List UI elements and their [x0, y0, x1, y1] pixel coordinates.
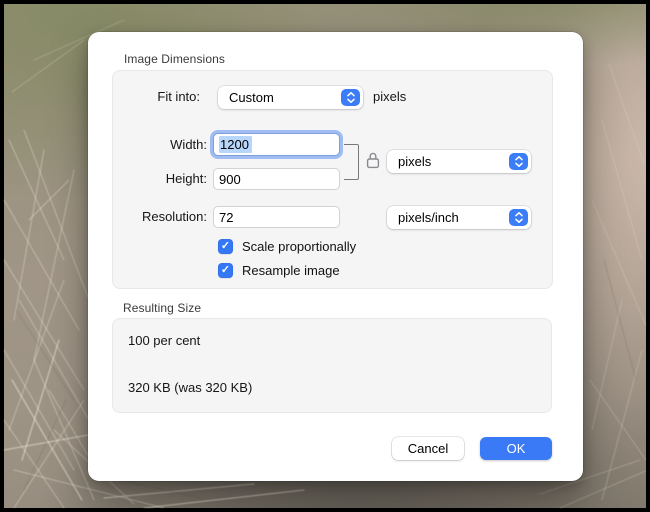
resolution-unit-dropdown[interactable]: pixels/inch	[387, 206, 531, 229]
scale-proportionally-label: Scale proportionally	[242, 239, 357, 254]
width-label: Width:	[170, 137, 207, 152]
resolution-label: Resolution:	[141, 209, 207, 224]
ok-button[interactable]: OK	[480, 437, 552, 460]
width-input[interactable]: 1200	[213, 133, 340, 156]
fit-into-value: Custom	[229, 90, 274, 105]
checkmark-icon: ✓	[220, 264, 231, 276]
dimension-link-bracket	[344, 144, 359, 180]
adjust-size-dialog: Image Dimensions Fit into: Custom pixels…	[88, 32, 583, 481]
image-dimensions-section-label: Image Dimensions	[124, 52, 225, 66]
stepper-icon	[509, 209, 528, 226]
resulting-percent-text: 100 per cent	[128, 333, 201, 348]
height-value: 900	[219, 171, 241, 187]
resolution-input[interactable]: 72	[213, 206, 340, 228]
fit-into-unit-label: pixels	[373, 89, 407, 104]
stepper-icon	[341, 89, 360, 106]
fit-into-dropdown[interactable]: Custom	[218, 86, 363, 109]
scale-proportionally-checkbox[interactable]: ✓	[218, 239, 233, 254]
checkmark-icon: ✓	[220, 240, 231, 252]
lock-icon[interactable]	[366, 151, 380, 174]
stepper-icon	[509, 153, 528, 170]
resolution-value: 72	[219, 209, 234, 225]
resulting-size-section-label: Resulting Size	[123, 301, 202, 315]
size-unit-value: pixels	[398, 154, 432, 169]
cancel-button[interactable]: Cancel	[392, 437, 464, 460]
size-unit-dropdown[interactable]: pixels	[387, 150, 531, 173]
fit-into-label: Fit into:	[157, 89, 200, 104]
width-value: 1200	[219, 136, 252, 153]
height-label: Height:	[165, 171, 207, 186]
resample-image-checkbox[interactable]: ✓	[218, 263, 233, 278]
resulting-filesize-text: 320 KB (was 320 KB)	[128, 380, 253, 395]
screenshot-frame: Image Dimensions Fit into: Custom pixels…	[0, 0, 650, 512]
resolution-unit-value: pixels/inch	[398, 210, 459, 225]
resample-image-label: Resample image	[242, 263, 340, 278]
height-input[interactable]: 900	[213, 168, 340, 190]
